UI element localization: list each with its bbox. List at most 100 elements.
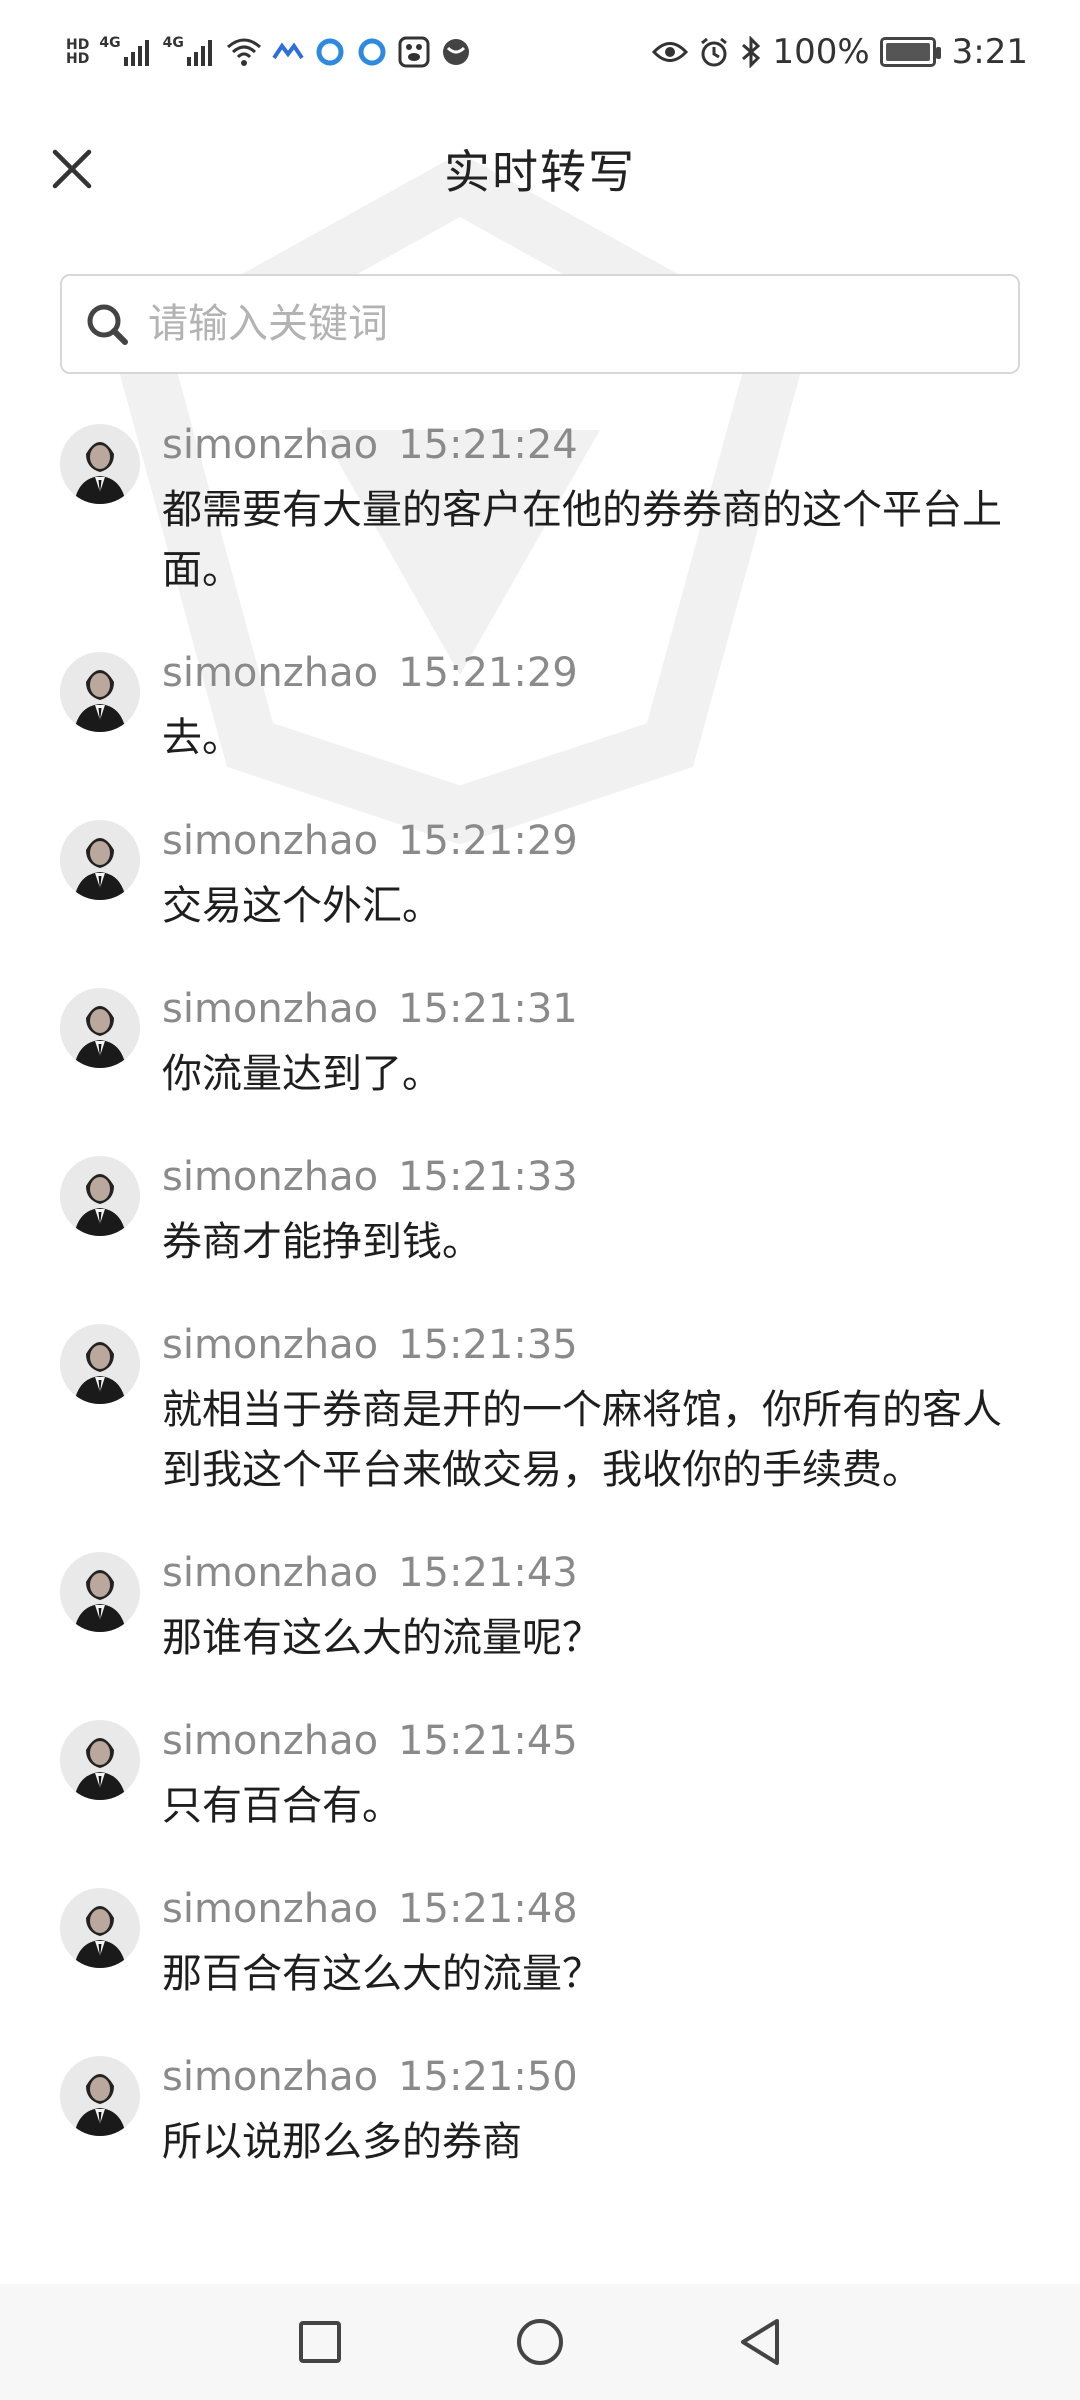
screen: HD HD 4G 4G 100% 3:21 实时转写 请输入关键词 simonz… (0, 0, 1080, 2400)
entry-body: simonzhao 15:21:29 去。 (162, 638, 1020, 768)
transcript-entry[interactable]: simonzhao 15:21:43 那谁有这么大的流量呢？ (0, 1538, 1080, 1668)
avatar (60, 1552, 140, 1632)
avatar (60, 424, 140, 504)
avatar (60, 1888, 140, 1968)
entry-meta: simonzhao 15:21:48 (162, 1874, 1020, 1944)
entry-body: simonzhao 15:21:24 都需要有大量的客户在他的券券商的这个平台上面。 (162, 410, 1020, 600)
entry-body: simonzhao 15:21:35 就相当于券商是开的一个麻将馆，你所有的客人到我… (162, 1310, 1020, 1500)
transcript-text: 那谁有这么大的流量呢？ (162, 1615, 602, 1661)
avatar (60, 2056, 140, 2136)
entry-meta: simonzhao 15:21:43 (162, 1538, 1020, 1608)
timestamp: 15:21:45 (398, 1718, 578, 1764)
close-button[interactable] (44, 141, 100, 197)
transcript-entry[interactable]: simonzhao 15:21:31 你流量达到了。 (0, 974, 1080, 1104)
entry-meta: simonzhao 15:21:33 (162, 1142, 1020, 1212)
speaker-name: simonzhao (162, 1322, 379, 1368)
square-icon (299, 2321, 341, 2363)
entry-meta: simonzhao 15:21:31 (162, 974, 1020, 1044)
triangle-back-icon (741, 2319, 779, 2365)
transcript-entry[interactable]: simonzhao 15:21:50 所以说那么多的券商 (0, 2042, 1080, 2172)
search-input[interactable] (146, 300, 970, 348)
speaker-name: simonzhao (162, 1550, 379, 1596)
transcript-entry[interactable]: simonzhao 15:21:29 去。 (0, 638, 1080, 768)
speaker-name: simonzhao (162, 2054, 379, 2100)
hd-bottom-label: HD (66, 51, 90, 67)
baidu-icon (398, 30, 430, 74)
signal-icon: 4G (99, 30, 152, 74)
transcript-text: 去。 (162, 715, 242, 761)
transcript-text: 只有百合有。 (162, 1783, 402, 1829)
entry-body: simonzhao 15:21:48 那百合有这么大的流量？ (162, 1874, 1020, 2004)
avatar (60, 652, 140, 732)
timestamp: 15:21:24 (398, 422, 578, 468)
app-notification-icon (314, 30, 346, 74)
transcript-entry[interactable]: simonzhao 15:21:35 就相当于券商是开的一个麻将馆，你所有的客人到我… (0, 1310, 1080, 1500)
avatar (60, 1720, 140, 1800)
entry-meta: simonzhao 15:21:29 (162, 638, 1020, 708)
page-title: 实时转写 (444, 145, 636, 199)
timestamp: 15:21:50 (398, 2054, 578, 2100)
clock: 3:21 (951, 32, 1028, 72)
transcript-text: 都需要有大量的客户在他的券券商的这个平台上面。 (162, 487, 1002, 593)
back-button[interactable] (730, 2312, 790, 2372)
bluetooth-icon (740, 30, 762, 74)
search-icon (82, 299, 132, 349)
close-icon (52, 149, 92, 189)
avatar (60, 820, 140, 900)
header: 实时转写 (0, 104, 1080, 234)
search-box[interactable] (60, 274, 1020, 374)
transcript-text: 所以说那么多的券商 (162, 2119, 522, 2165)
recents-button[interactable] (290, 2312, 350, 2372)
entry-meta: simonzhao 15:21:50 (162, 2042, 1020, 2112)
avatar (60, 1156, 140, 1236)
entry-body: simonzhao 15:21:50 所以说那么多的券商 (162, 2042, 1020, 2172)
transcript-text: 你流量达到了。 (162, 1051, 442, 1097)
hd-top-label: HD (66, 37, 90, 53)
transcript-list: simonzhao 15:21:24 都需要有大量的客户在他的券券商的这个平台上面。… (0, 410, 1080, 2280)
speaker-name: simonzhao (162, 1154, 379, 1200)
network-type-label: 4G (162, 35, 184, 51)
timestamp: 15:21:43 (398, 1550, 578, 1596)
entry-meta: simonzhao 15:21:29 (162, 806, 1020, 876)
timestamp: 15:21:33 (398, 1154, 578, 1200)
transcript-text: 就相当于券商是开的一个麻将馆，你所有的客人到我这个平台来做交易，我收你的手续费。 (162, 1387, 1002, 1493)
entry-meta: simonzhao 15:21:45 (162, 1706, 1020, 1776)
network-type-label: 4G (99, 35, 121, 51)
app-notification-icon (272, 30, 304, 74)
entry-body: simonzhao 15:21:33 券商才能挣到钱。 (162, 1142, 1020, 1272)
avatar (60, 1324, 140, 1404)
entry-meta: simonzhao 15:21:35 (162, 1310, 1020, 1380)
transcript-text: 交易这个外汇。 (162, 883, 442, 929)
transcript-entry[interactable]: simonzhao 15:21:48 那百合有这么大的流量？ (0, 1874, 1080, 2004)
app-notification-icon (356, 30, 388, 74)
speaker-name: simonzhao (162, 1886, 379, 1932)
battery-fill (885, 43, 930, 61)
timestamp: 15:21:29 (398, 818, 578, 864)
battery-icon (879, 37, 941, 67)
status-bar: HD HD 4G 4G 100% 3:21 (0, 0, 1080, 104)
transcript-entry[interactable]: simonzhao 15:21:24 都需要有大量的客户在他的券券商的这个平台上面。 (0, 410, 1080, 600)
status-right: 100% 3:21 (652, 30, 1028, 74)
hd-indicator: HD HD (66, 30, 89, 74)
transcript-entry[interactable]: simonzhao 15:21:29 交易这个外汇。 (0, 806, 1080, 936)
circle-icon (517, 2319, 563, 2365)
wifi-icon (226, 30, 262, 74)
signal-icon: 4G (163, 30, 216, 74)
timestamp: 15:21:31 (398, 986, 578, 1032)
battery-percent: 100% (772, 32, 870, 72)
eye-icon (652, 30, 689, 74)
status-left: HD HD 4G 4G (66, 30, 472, 74)
timestamp: 15:21:35 (398, 1322, 578, 1368)
transcript-text: 券商才能挣到钱。 (162, 1219, 482, 1265)
transcript-entry[interactable]: simonzhao 15:21:45 只有百合有。 (0, 1706, 1080, 1836)
transcript-entry[interactable]: simonzhao 15:21:33 券商才能挣到钱。 (0, 1142, 1080, 1272)
entry-meta: simonzhao 15:21:24 (162, 410, 1020, 480)
speaker-name: simonzhao (162, 650, 379, 696)
entry-body: simonzhao 15:21:31 你流量达到了。 (162, 974, 1020, 1104)
entry-body: simonzhao 15:21:29 交易这个外汇。 (162, 806, 1020, 936)
alarm-icon (698, 30, 730, 74)
transcript-text: 那百合有这么大的流量？ (162, 1951, 602, 1997)
app-notification-icon (440, 30, 472, 74)
system-nav-bar (0, 2284, 1080, 2400)
home-button[interactable] (510, 2312, 570, 2372)
